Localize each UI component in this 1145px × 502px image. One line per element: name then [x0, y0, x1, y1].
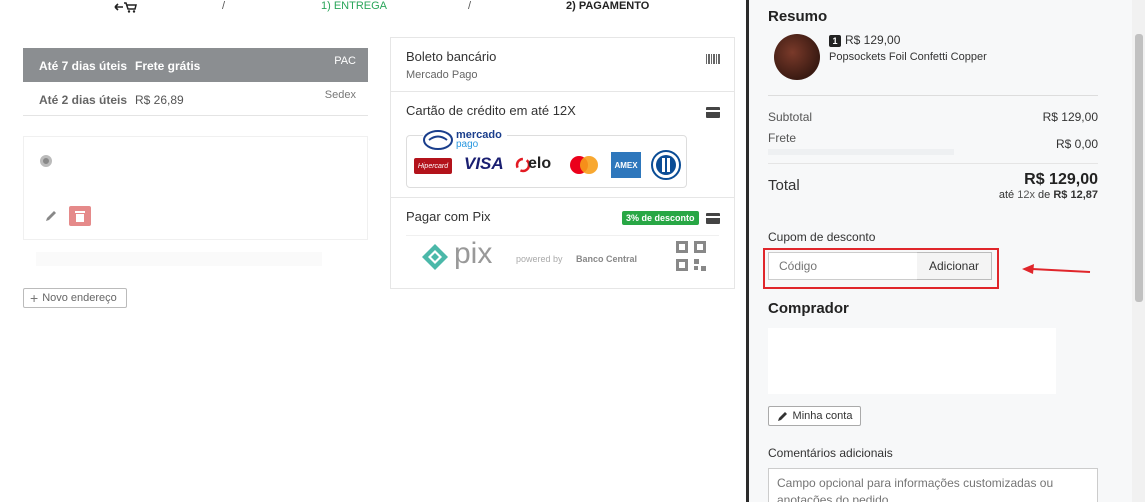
product-name: Popsockets Foil Confetti Copper: [829, 51, 987, 63]
payment-option-credit-card[interactable]: Cartão de crédito em até 12X mercado pag…: [391, 92, 734, 198]
installments: até 12x de R$ 12,87: [999, 189, 1098, 201]
address-placeholder-line: [36, 252, 322, 266]
comments-textarea[interactable]: [768, 468, 1098, 502]
mercadopago-text-2: pago: [456, 139, 479, 150]
coupon-input[interactable]: [768, 252, 918, 280]
shipping-carrier: Sedex: [324, 89, 356, 101]
trash-icon: [75, 211, 85, 222]
boleto-title: Boleto bancário: [406, 49, 497, 64]
address-card: [23, 136, 368, 240]
credit-card-icon: [706, 105, 720, 118]
product-qty-badge: 1: [829, 35, 841, 47]
plus-icon: +: [30, 290, 39, 306]
boleto-subtitle: Mercado Pago: [406, 69, 478, 81]
frete-label: Frete: [768, 131, 797, 145]
barcode-icon: [706, 51, 720, 64]
installments-count: 12x: [1017, 189, 1035, 201]
pix-icon: [422, 244, 448, 270]
visa-icon: VISA: [464, 154, 504, 173]
breadcrumb-separator: /: [468, 0, 472, 12]
total-label: Total: [768, 177, 800, 194]
shipping-option-selected[interactable]: Até 7 dias úteis Frete grátis PAC: [23, 48, 368, 82]
shipping-price: Frete grátis: [135, 59, 201, 73]
payment-option-pix[interactable]: Pagar com Pix 3% de desconto pix powered…: [391, 198, 734, 288]
scrollbar[interactable]: [1132, 0, 1145, 502]
my-account-label: Minha conta: [792, 410, 853, 422]
diners-icon: [651, 150, 681, 180]
elo-icon: elo: [515, 155, 555, 174]
hipercard-icon: Hipercard: [414, 158, 452, 174]
order-summary-panel: Resumo 1 R$ 129,00 Popsockets Foil Confe…: [746, 0, 1132, 502]
summary-title: Resumo: [768, 8, 828, 25]
address-radio[interactable]: [40, 155, 52, 167]
amex-icon: AMEX: [611, 152, 641, 178]
pencil-icon: [777, 412, 787, 421]
pix-title: Pagar com Pix: [406, 209, 491, 224]
shipping-days: Até 7 dias úteis: [39, 59, 128, 73]
shipping-price: R$ 26,89: [135, 93, 184, 107]
installments-prefix: até: [998, 189, 1015, 201]
shipping-carrier: PAC: [334, 55, 356, 67]
my-account-button[interactable]: Minha conta: [768, 406, 861, 426]
payment-methods: Boleto bancário Mercado Pago Cartão de c…: [390, 37, 735, 289]
divider: [768, 163, 1098, 164]
payment-option-boleto[interactable]: Boleto bancário Mercado Pago: [391, 38, 734, 92]
installments-de: de: [1038, 189, 1051, 201]
frete-value: R$ 0,00: [1055, 137, 1098, 151]
breadcrumb-step-pagamento[interactable]: 2) PAGAMENTO: [566, 0, 649, 12]
shipping-option[interactable]: Até 2 dias úteis R$ 26,89 Sedex: [23, 82, 368, 116]
comments-label: Comentários adicionais: [768, 446, 893, 460]
mercadopago-logo: mercado pago: [423, 129, 507, 152]
new-address-label: Novo endereço: [42, 292, 117, 304]
subtotal-label: Subtotal: [768, 110, 813, 124]
card-title: Cartão de crédito em até 12X: [406, 103, 576, 118]
product-price: R$ 129,00: [845, 33, 901, 47]
coupon-label: Cupom de desconto: [768, 230, 876, 244]
back-to-cart-icon[interactable]: [114, 0, 138, 13]
pix-logo-box: pix powered by Banco Central: [406, 235, 719, 277]
annotation-arrow-icon: [1022, 264, 1091, 274]
buyer-info-box: [768, 328, 1056, 394]
qr-code-icon: [676, 241, 706, 271]
divider: [768, 95, 1098, 96]
pix-card-icon: [706, 211, 720, 224]
breadcrumb-step-entrega[interactable]: 1) ENTREGA: [321, 0, 387, 12]
buyer-title: Comprador: [768, 300, 849, 317]
pix-discount-badge: 3% de desconto: [622, 211, 699, 225]
mastercard-icon: [567, 155, 601, 175]
pix-logo-text: pix: [454, 237, 493, 270]
subtotal-value: R$ 129,00: [1042, 110, 1098, 124]
new-address-button[interactable]: + Novo endereço: [23, 288, 127, 308]
product-thumbnail: [774, 34, 820, 80]
delete-address-button[interactable]: [69, 206, 91, 226]
breadcrumb-separator: /: [222, 0, 226, 12]
pix-bank: Banco Central: [576, 254, 638, 264]
scrollbar-thumb[interactable]: [1135, 34, 1143, 302]
installments-value: R$ 12,87: [1053, 189, 1098, 201]
frete-placeholder-line: [768, 149, 954, 155]
shipping-days: Até 2 dias úteis: [39, 93, 128, 107]
total-value: R$ 129,00: [1024, 171, 1098, 188]
coupon-add-button[interactable]: Adicionar: [917, 252, 992, 280]
pix-powered-by: powered by: [516, 254, 563, 264]
card-brands: mercado pago Hipercard VISA elo AMEX: [406, 129, 687, 188]
edit-icon[interactable]: [44, 209, 58, 223]
